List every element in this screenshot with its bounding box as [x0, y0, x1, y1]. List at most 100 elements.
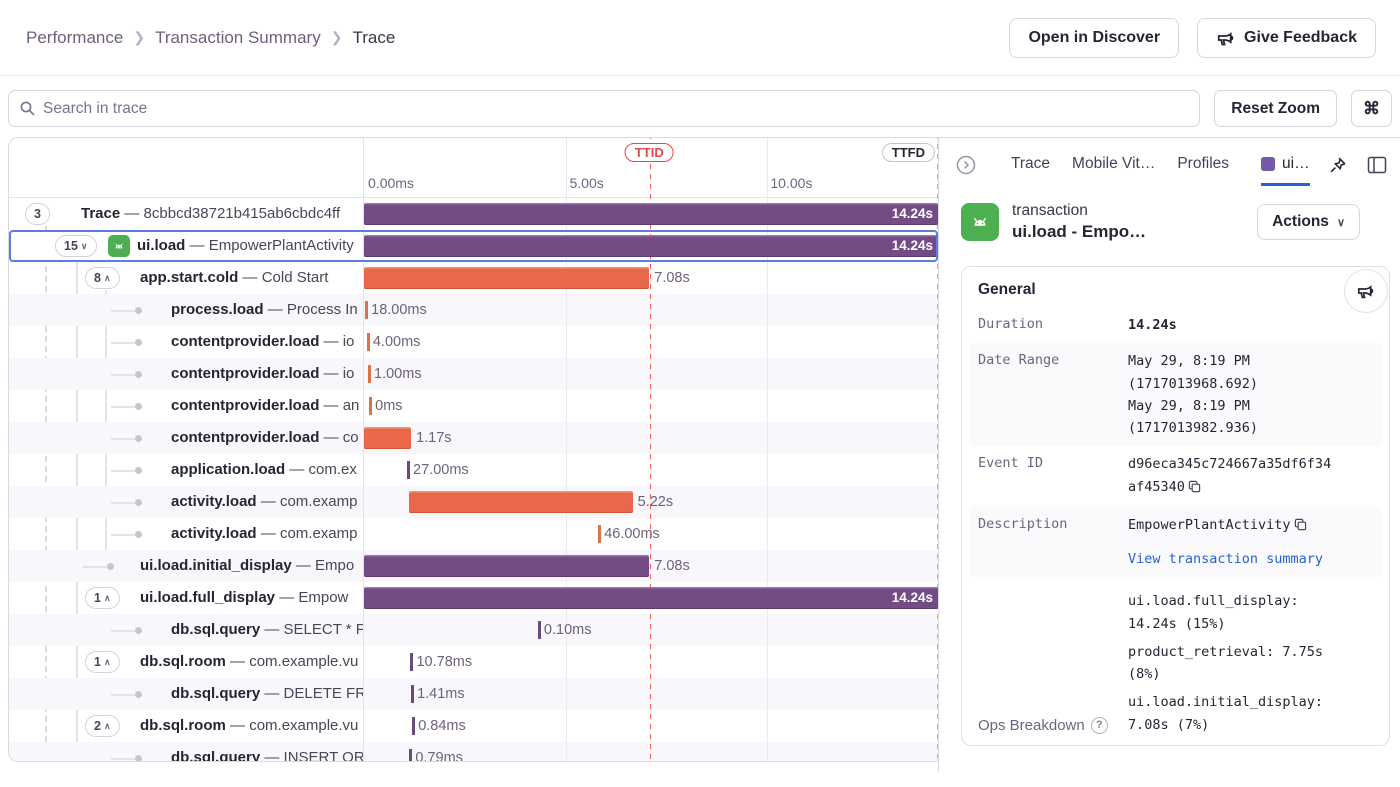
span-timeline-cell[interactable]: 0.84ms [364, 710, 938, 742]
span-row-ui.load.initial_display[interactable]: ui.load.initial_display — Empo7.08s [9, 550, 938, 582]
reset-zoom-button[interactable]: Reset Zoom [1214, 90, 1337, 127]
span-row-contentprovider.load[interactable]: contentprovider.load — io4.00ms [9, 326, 938, 358]
tab-trace[interactable]: Trace [1011, 144, 1050, 186]
span-tick[interactable] [369, 397, 372, 415]
span-row-contentprovider.load[interactable]: contentprovider.load — io1.00ms [9, 358, 938, 390]
span-tick[interactable] [365, 301, 368, 319]
span-tree-cell[interactable]: contentprovider.load — co [9, 422, 364, 454]
span-tick[interactable] [411, 685, 414, 703]
open-in-discover-button[interactable]: Open in Discover [1009, 18, 1179, 58]
span-bar[interactable] [364, 555, 649, 577]
span-timeline-cell[interactable]: 0.10ms [364, 614, 938, 646]
span-row-activity.load[interactable]: activity.load — com.examp46.00ms [9, 518, 938, 550]
search-box[interactable] [8, 90, 1200, 127]
span-tick[interactable] [538, 621, 541, 639]
span-bar[interactable] [364, 427, 411, 449]
span-tree-cell[interactable]: 1∧db.sql.room — com.example.vu [9, 646, 364, 678]
span-timeline-cell[interactable]: 14.24s [364, 230, 938, 262]
ttid-marker-pill[interactable]: TTID [625, 143, 674, 162]
span-timeline-cell[interactable]: 4.00ms [364, 326, 938, 358]
span-row-process.load[interactable]: process.load — Process In18.00ms [9, 294, 938, 326]
span-tree-cell[interactable]: 8∧app.start.cold — Cold Start [9, 262, 364, 294]
span-tree-cell[interactable]: db.sql.query — SELECT * F [9, 614, 364, 646]
span-tree-cell[interactable]: 3Trace — 8cbbcd38721b415ab6cbdc4ff [9, 198, 364, 230]
span-tick[interactable] [407, 461, 410, 479]
shortcut-button[interactable]: ⌘ [1351, 90, 1392, 127]
copy-icon[interactable] [1294, 516, 1307, 538]
tab-ui-load[interactable]: ui… [1261, 144, 1310, 186]
span-timeline-cell[interactable]: 5.22s [364, 486, 938, 518]
breadcrumb-item-performance[interactable]: Performance [26, 28, 123, 48]
span-tree-cell[interactable]: db.sql.query — DELETE FR [9, 678, 364, 710]
expand-drawer-button[interactable] [953, 152, 979, 178]
span-timeline-cell[interactable]: 14.24s [364, 582, 938, 614]
panel-left-layout-button[interactable] [1365, 154, 1389, 176]
tab-profiles[interactable]: Profiles [1177, 144, 1229, 186]
span-tree-cell[interactable]: contentprovider.load — io [9, 358, 364, 390]
span-tick[interactable] [367, 333, 370, 351]
children-count-pill[interactable]: 2∧ [85, 715, 120, 737]
span-row-Trace[interactable]: 3Trace — 8cbbcd38721b415ab6cbdc4ff14.24s [9, 198, 938, 230]
children-count-pill[interactable]: 1∧ [85, 651, 120, 673]
children-count-pill[interactable]: 15∨ [55, 235, 97, 257]
span-row-db.sql.query[interactable]: db.sql.query — SELECT * F0.10ms [9, 614, 938, 646]
span-bar[interactable]: 14.24s [364, 235, 938, 257]
span-timeline-cell[interactable]: 7.08s [364, 550, 938, 582]
span-row-ui.load[interactable]: 15∨ui.load — EmpowerPlantActivity14.24s [9, 230, 938, 262]
span-row-app.start.cold[interactable]: 8∧app.start.cold — Cold Start7.08s [9, 262, 938, 294]
tab-mobile-vit-[interactable]: Mobile Vit… [1072, 144, 1155, 186]
span-tick[interactable] [410, 653, 413, 671]
span-tree-cell[interactable]: ui.load.initial_display — Empo [9, 550, 364, 582]
span-timeline-cell[interactable]: 27.00ms [364, 454, 938, 486]
span-row-db.sql.query[interactable]: db.sql.query — DELETE FR1.41ms [9, 678, 938, 710]
span-row-activity.load[interactable]: activity.load — com.examp5.22s [9, 486, 938, 518]
span-tree-cell[interactable]: contentprovider.load — io [9, 326, 364, 358]
children-count-pill[interactable]: 8∧ [85, 267, 120, 289]
view-transaction-summary-link[interactable]: View transaction summary [1128, 548, 1336, 570]
span-tree-cell[interactable]: activity.load — com.examp [9, 518, 364, 550]
span-timeline-cell[interactable]: 1.41ms [364, 678, 938, 710]
span-timeline-cell[interactable]: 14.24s [364, 198, 938, 230]
span-tree-cell[interactable]: db.sql.query — INSERT OR [9, 742, 364, 762]
copy-icon[interactable] [1188, 478, 1201, 500]
span-row-db.sql.room[interactable]: 2∧db.sql.room — com.example.vu0.84ms [9, 710, 938, 742]
span-row-db.sql.room[interactable]: 1∧db.sql.room — com.example.vu10.78ms [9, 646, 938, 678]
span-tick[interactable] [368, 365, 371, 383]
span-timeline-cell[interactable]: 1.00ms [364, 358, 938, 390]
floating-feedback-button[interactable] [1344, 269, 1388, 313]
span-row-contentprovider.load[interactable]: contentprovider.load — an0ms [9, 390, 938, 422]
give-feedback-button[interactable]: Give Feedback [1197, 18, 1376, 58]
span-bar[interactable]: 14.24s [364, 203, 938, 225]
children-count-pill[interactable]: 3 [25, 203, 50, 225]
span-tree-cell[interactable]: 15∨ui.load — EmpowerPlantActivity [9, 230, 364, 262]
span-tree-cell[interactable]: activity.load — com.examp [9, 486, 364, 518]
span-timeline-cell[interactable]: 0.79ms [364, 742, 938, 762]
children-count-pill[interactable]: 1∧ [85, 587, 120, 609]
breadcrumb-item-transaction-summary[interactable]: Transaction Summary [155, 28, 321, 48]
span-tree-cell[interactable]: process.load — Process In [9, 294, 364, 326]
span-tick[interactable] [598, 525, 601, 543]
span-timeline-cell[interactable]: 1.17s [364, 422, 938, 454]
timeline-header[interactable]: TTID TTFD 0.00ms5.00s10.00s [364, 138, 938, 198]
span-tree-cell[interactable]: application.load — com.ex [9, 454, 364, 486]
pin-tab-button[interactable] [1326, 154, 1349, 177]
span-timeline-cell[interactable]: 0ms [364, 390, 938, 422]
span-bar[interactable] [409, 491, 632, 513]
span-tree-cell[interactable]: 2∧db.sql.room — com.example.vu [9, 710, 364, 742]
span-timeline-cell[interactable]: 46.00ms [364, 518, 938, 550]
span-row-db.sql.query[interactable]: db.sql.query — INSERT OR0.79ms [9, 742, 938, 762]
span-tick[interactable] [412, 717, 415, 735]
actions-button[interactable]: Actions ∨ [1257, 204, 1360, 240]
span-bar[interactable]: 14.24s [364, 587, 938, 609]
span-bar[interactable] [364, 267, 649, 289]
help-icon[interactable]: ? [1091, 717, 1108, 734]
span-timeline-cell[interactable]: 7.08s [364, 262, 938, 294]
span-tree-cell[interactable]: 1∧ui.load.full_display — Empow [9, 582, 364, 614]
search-input[interactable] [43, 100, 1189, 118]
span-row-application.load[interactable]: application.load — com.ex27.00ms [9, 454, 938, 486]
span-tree-cell[interactable]: contentprovider.load — an [9, 390, 364, 422]
ttfd-marker-pill[interactable]: TTFD [882, 143, 935, 162]
span-row-ui.load.full_display[interactable]: 1∧ui.load.full_display — Empow14.24s [9, 582, 938, 614]
span-tick[interactable] [409, 749, 412, 762]
span-timeline-cell[interactable]: 18.00ms [364, 294, 938, 326]
